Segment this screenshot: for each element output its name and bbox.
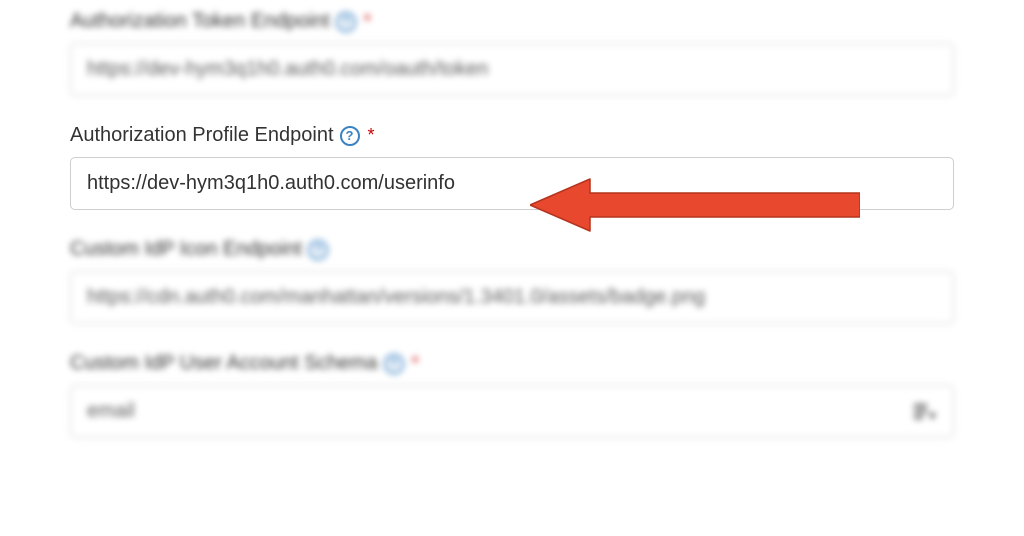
profile-endpoint-input[interactable]	[70, 157, 954, 210]
help-icon[interactable]: ?	[308, 240, 328, 260]
help-icon[interactable]: ?	[384, 354, 404, 374]
field-user-schema: Custom IdP User Account Schema ? *	[70, 352, 954, 438]
field-label-row: Custom IdP Icon Endpoint ?	[70, 238, 954, 261]
icon-endpoint-input[interactable]	[70, 271, 954, 324]
field-label: Authorization Token Endpoint	[70, 10, 330, 33]
input-with-icon	[70, 385, 954, 438]
required-indicator: *	[364, 11, 371, 32]
required-indicator: *	[412, 353, 419, 374]
field-token-endpoint: Authorization Token Endpoint ? *	[70, 10, 954, 96]
field-icon-endpoint: Custom IdP Icon Endpoint ?	[70, 238, 954, 324]
field-profile-endpoint: Authorization Profile Endpoint ? *	[70, 124, 954, 210]
field-label-row: Authorization Profile Endpoint ? *	[70, 124, 954, 147]
field-label: Authorization Profile Endpoint	[70, 124, 334, 147]
form-container: Authorization Token Endpoint ? * Authori…	[0, 0, 1024, 536]
field-label: Custom IdP User Account Schema	[70, 352, 378, 375]
field-label: Custom IdP Icon Endpoint	[70, 238, 302, 261]
help-icon[interactable]: ?	[340, 126, 360, 146]
user-schema-input[interactable]	[70, 385, 954, 438]
selector-icon[interactable]	[914, 402, 936, 422]
required-indicator: *	[368, 125, 375, 146]
field-label-row: Authorization Token Endpoint ? *	[70, 10, 954, 33]
token-endpoint-input[interactable]	[70, 43, 954, 96]
field-label-row: Custom IdP User Account Schema ? *	[70, 352, 954, 375]
help-icon[interactable]: ?	[336, 12, 356, 32]
